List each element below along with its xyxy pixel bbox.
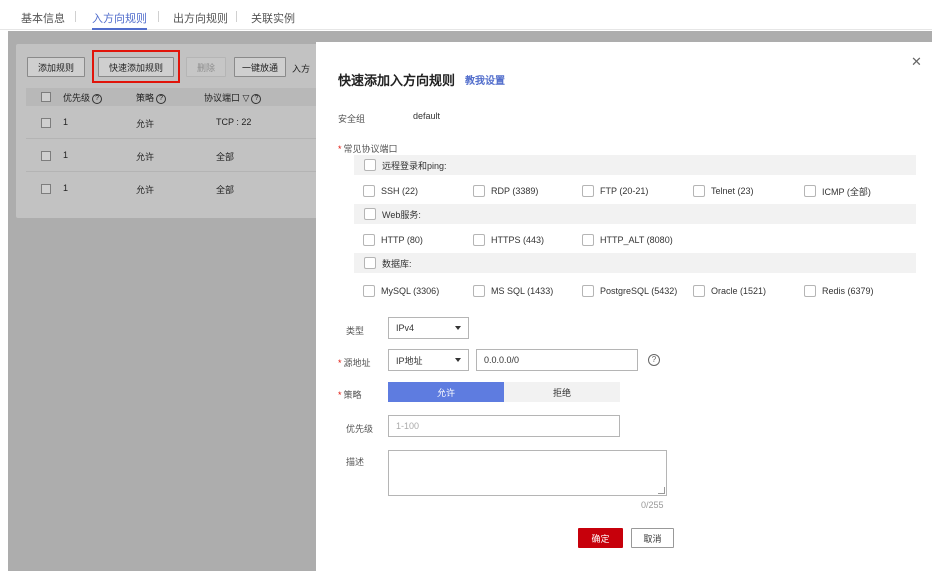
checkbox[interactable] [364,208,376,220]
select-all-checkbox[interactable] [41,92,51,102]
tab-divider [236,11,237,22]
help-icon: ? [92,93,103,104]
checkbox[interactable] [693,185,705,197]
tab-divider [158,11,159,22]
checkbox[interactable] [473,285,485,297]
help-icon: ? [156,93,167,104]
option-icmp[interactable]: ICMP (全部) [804,184,871,198]
policy-allow-option[interactable]: 允许 [388,382,504,402]
column-policy: 策略? [136,91,167,104]
source-address-input[interactable]: 0.0.0.0/0 [476,349,638,371]
option-ssh[interactable]: SSH (22) [363,184,418,198]
close-icon[interactable]: ✕ [911,54,922,70]
security-group-label: 安全组 [338,114,366,124]
priority-label: 优先级 [346,424,374,434]
cell-priority: 1 [63,183,69,193]
checkbox[interactable] [804,285,816,297]
cancel-button[interactable]: 取消 [631,528,674,548]
tab-outbound-rules[interactable]: 出方向规则 [173,10,228,30]
chevron-down-icon [455,326,461,330]
option-redis[interactable]: Redis (6379) [804,284,874,298]
web-group-checkbox[interactable]: Web服务: [364,207,421,221]
cell-policy: 允许 [136,152,155,162]
checkbox[interactable] [582,285,594,297]
row-checkbox[interactable] [41,118,51,128]
policy-deny-option[interactable]: 拒绝 [504,382,620,402]
add-rule-button[interactable]: 添加规则 [27,57,85,77]
cell-protocol-port: 全部 [216,152,235,162]
truncated-button-label: 入方 [292,64,311,74]
tab-inbound-rules[interactable]: 入方向规则 [92,10,147,30]
tab-basic-info[interactable]: 基本信息 [21,10,65,30]
delete-button[interactable]: 删除 [186,57,226,77]
drawer-title: 快速添加入方向规则 [338,73,456,88]
cell-priority: 1 [63,150,69,160]
priority-input[interactable]: 1-100 [388,415,620,437]
option-mysql[interactable]: MySQL (3306) [363,284,439,298]
option-mssql[interactable]: MS SQL (1433) [473,284,553,298]
checkbox[interactable] [804,185,816,197]
cell-policy: 允许 [136,185,155,195]
checkbox[interactable] [363,234,375,246]
checkbox[interactable] [363,285,375,297]
option-oracle[interactable]: Oracle (1521) [693,284,766,298]
db-group-header: 数据库: [354,253,916,273]
cell-protocol-port: 全部 [216,185,235,195]
quick-add-highlight [92,50,180,83]
table-row: 1 允许 TCP : 22 [26,107,326,139]
common-ports-label: * 常见协议端口 [338,144,398,154]
quick-add-drawer: ✕ 快速添加入方向规则 教我设置 安全组 default * 常见协议端口 远程登… [316,42,932,571]
column-priority: 优先级? [63,91,103,104]
tab-bar: 基本信息 入方向规则 出方向规则 关联实例 [0,0,932,30]
option-http-alt[interactable]: HTTP_ALT (8080) [582,233,673,247]
web-group-header: Web服务: [354,204,916,224]
table-header: 优先级? 策略? 协议端口 ▽? [26,88,326,106]
help-setup-link[interactable]: 教我设置 [465,72,505,87]
type-select[interactable]: IPv4 [388,317,469,339]
description-textarea[interactable] [388,450,667,496]
option-telnet[interactable]: Telnet (23) [693,184,754,198]
resize-handle-icon[interactable] [658,487,665,494]
row-checkbox[interactable] [41,151,51,161]
source-type-select[interactable]: IP地址 [388,349,469,371]
table-row: 1 允许 全部 [26,140,326,172]
source-label: * 源地址 [338,358,371,368]
db-group-checkbox[interactable]: 数据库: [364,256,412,270]
allow-all-button[interactable]: 一键放通 [234,57,286,77]
tab-associated-instances[interactable]: 关联实例 [251,10,295,30]
policy-label: * 策略 [338,390,362,400]
security-group-value: default [413,111,441,121]
confirm-button[interactable]: 确定 [578,528,623,548]
tab-divider [75,11,76,22]
type-label: 类型 [346,326,365,336]
checkbox[interactable] [693,285,705,297]
option-https[interactable]: HTTPS (443) [473,233,544,247]
option-postgresql[interactable]: PostgreSQL (5432) [582,284,677,298]
chevron-down-icon [455,358,461,362]
column-protocol-port: 协议端口 ▽? [204,91,262,104]
description-counter: 0/255 [641,500,664,510]
filter-icon[interactable]: ▽ [243,93,250,103]
help-icon: ? [251,93,262,104]
table-row: 1 允许 全部 [26,173,326,205]
checkbox[interactable] [364,257,376,269]
option-ftp[interactable]: FTP (20-21) [582,184,648,198]
help-icon[interactable]: ? [648,354,660,366]
checkbox[interactable] [363,185,375,197]
cell-priority: 1 [63,117,69,127]
checkbox[interactable] [582,185,594,197]
checkbox[interactable] [473,234,485,246]
remote-group-header: 远程登录和ping: [354,155,916,175]
cell-policy: 允许 [136,119,155,129]
row-checkbox[interactable] [41,184,51,194]
checkbox[interactable] [473,185,485,197]
checkbox[interactable] [364,159,376,171]
cell-protocol-port: TCP : 22 [216,117,252,127]
description-label: 描述 [346,457,365,467]
remote-group-checkbox[interactable]: 远程登录和ping: [364,158,447,172]
option-http[interactable]: HTTP (80) [363,233,423,247]
checkbox[interactable] [582,234,594,246]
option-rdp[interactable]: RDP (3389) [473,184,538,198]
